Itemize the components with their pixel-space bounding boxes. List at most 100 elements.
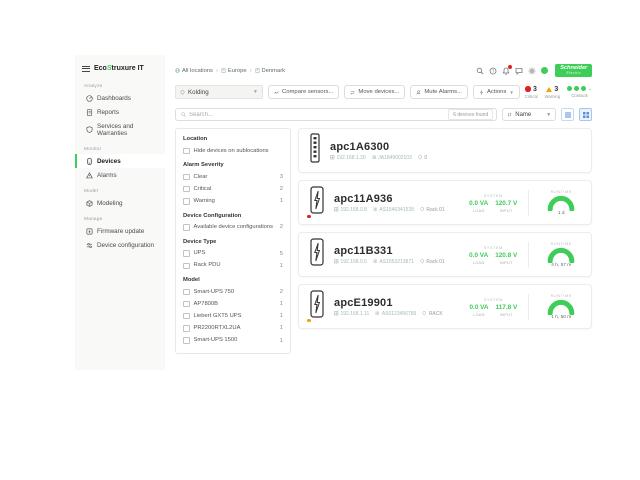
help-icon[interactable]: ? bbox=[489, 67, 497, 75]
load-value: 0.0 VA bbox=[469, 304, 488, 311]
sidebar-item-firmware-update[interactable]: Firmware update bbox=[75, 224, 165, 238]
search-icon[interactable] bbox=[476, 67, 484, 75]
pin-icon bbox=[420, 207, 425, 212]
critical-badge bbox=[306, 214, 312, 220]
device-card-apc11B331[interactable]: apc11B331 192.168.0.5 AS1553213871 Rack … bbox=[298, 232, 592, 277]
svg-text:?: ? bbox=[492, 68, 495, 73]
globe-icon bbox=[175, 68, 180, 73]
filter-model-pr2200rtxl2ua[interactable]: PR2200RTXL2UA 1 bbox=[183, 325, 283, 332]
device-name: apc11A936 bbox=[334, 193, 445, 205]
notifications-bell-icon[interactable] bbox=[502, 67, 510, 75]
checkbox[interactable] bbox=[183, 263, 190, 270]
breadcrumb-all-locations[interactable]: All locations bbox=[175, 68, 213, 74]
filter-critical[interactable]: Critical 2 bbox=[183, 186, 283, 193]
system-block: SYSTEM 0.0 VALOAD 120.8 VINPUT bbox=[469, 245, 517, 265]
checkbox[interactable] bbox=[183, 325, 190, 332]
mute-alarms-button[interactable]: Mute Alarms... bbox=[410, 85, 468, 99]
services-icon bbox=[86, 126, 93, 133]
filter-model-ap7800b[interactable]: AP7800B 1 bbox=[183, 301, 283, 308]
ups-icon bbox=[309, 290, 325, 323]
sidebar-item-reports[interactable]: Reports bbox=[75, 105, 165, 119]
avatar[interactable] bbox=[541, 67, 548, 74]
sidebar-item-label: Reports bbox=[97, 109, 119, 116]
filter-ups[interactable]: UPS 5 bbox=[183, 250, 283, 257]
filter-warning[interactable]: Warning 1 bbox=[183, 198, 283, 205]
filter-available-configurations[interactable]: Available device configurations 2 bbox=[183, 224, 283, 231]
runtime-gauge bbox=[546, 195, 576, 211]
location-select[interactable]: Kolding ▼ bbox=[175, 85, 263, 99]
runtime-gauge bbox=[546, 247, 576, 263]
breadcrumb-denmark[interactable]: Denmark bbox=[255, 68, 286, 74]
actions-button[interactable]: Actions ▼ bbox=[473, 85, 520, 99]
filter-hide-sublocations[interactable]: Hide devices on sublocations bbox=[183, 148, 283, 155]
checkbox[interactable] bbox=[183, 198, 190, 205]
breadcrumb-europe[interactable]: Europe bbox=[221, 68, 247, 74]
warning-badge bbox=[306, 318, 312, 324]
sidebar-item-modeling[interactable]: Modeling bbox=[75, 196, 165, 210]
critical-icon bbox=[525, 86, 531, 92]
system-block: SYSTEM 0.0 VALOAD 120.7 VINPUT bbox=[469, 193, 517, 213]
sidebar-item-dashboards[interactable]: Dashboards bbox=[75, 91, 165, 105]
sidebar-item-services-warranties[interactable]: Services and Warranties bbox=[75, 119, 165, 140]
move-devices-button[interactable]: Move devices... bbox=[344, 85, 405, 99]
notification-badge bbox=[508, 65, 512, 69]
filter-rack-pdu[interactable]: Rack PDU 1 bbox=[183, 262, 283, 269]
device-location: Rack 01 bbox=[420, 207, 445, 213]
network-icon bbox=[334, 311, 339, 316]
device-ip: 192.168.1.11 bbox=[334, 311, 369, 317]
serial-icon bbox=[372, 155, 377, 160]
serial-icon bbox=[373, 259, 378, 264]
search-input[interactable] bbox=[189, 112, 445, 118]
compare-sensors-button[interactable]: Compare sensors... bbox=[268, 85, 339, 99]
search-field: 6 devices found bbox=[175, 108, 497, 121]
building-icon bbox=[255, 68, 260, 73]
device-name: apc1A6300 bbox=[330, 141, 427, 153]
ups-icon bbox=[309, 238, 325, 271]
sort-icon bbox=[507, 112, 512, 117]
serial-icon bbox=[373, 207, 378, 212]
feedback-icon[interactable] bbox=[515, 67, 523, 75]
sidebar-item-device-configuration[interactable]: Device configuration bbox=[75, 238, 165, 252]
filter-model-smart-ups-750[interactable]: Smart-UPS 750 2 bbox=[183, 289, 283, 296]
list-view-toggle[interactable] bbox=[561, 108, 574, 121]
sidebar-item-alarms[interactable]: Alarms bbox=[75, 168, 165, 182]
firmware-icon bbox=[86, 228, 93, 235]
sidebar-item-label: Modeling bbox=[97, 200, 123, 207]
device-card-apcE19901[interactable]: apcE19901 192.168.1.11 AS0123456789 RACK… bbox=[298, 284, 592, 329]
checkbox[interactable] bbox=[183, 301, 190, 308]
checkbox[interactable] bbox=[183, 148, 190, 155]
contact-dot-icon bbox=[581, 86, 586, 91]
checkbox[interactable] bbox=[183, 289, 190, 296]
device-card-apc1A6300[interactable]: apc1A6300 192.168.1.20 JA1849002103 0 bbox=[298, 128, 592, 173]
contacts-status[interactable]: ⌄ Contacts bbox=[567, 86, 592, 98]
sidebar-item-devices[interactable]: Devices bbox=[75, 154, 165, 168]
checkbox[interactable] bbox=[183, 186, 190, 193]
checkbox[interactable] bbox=[183, 337, 190, 344]
lightning-icon bbox=[479, 90, 484, 95]
critical-status[interactable]: 3 Critical bbox=[525, 86, 538, 99]
filter-model-smart-ups-1500[interactable]: Smart-UPS 1500 1 bbox=[183, 337, 283, 344]
device-card-apc11A936[interactable]: apc11A936 192.168.0.8 AS1546341528 Rack … bbox=[298, 180, 592, 225]
pin-icon bbox=[422, 311, 427, 316]
warning-status[interactable]: 3 Warning bbox=[545, 86, 560, 99]
sidebar-section-monitor: Monitor bbox=[84, 147, 165, 152]
card-view-toggle[interactable] bbox=[579, 108, 592, 121]
device-location: RACK bbox=[422, 311, 442, 317]
checkbox[interactable] bbox=[183, 250, 190, 257]
settings-gear-icon[interactable] bbox=[528, 67, 536, 75]
input-value: 120.7 V bbox=[495, 200, 517, 207]
checkbox[interactable] bbox=[183, 224, 190, 231]
system-block: SYSTEM 0.0 VALOAD 117.8 VINPUT bbox=[469, 297, 517, 317]
sidebar-item-label: Services and Warranties bbox=[97, 123, 158, 137]
dashboard-icon bbox=[86, 95, 93, 102]
pin-icon bbox=[180, 90, 185, 95]
checkbox[interactable] bbox=[183, 174, 190, 181]
filter-clear[interactable]: Clear 3 bbox=[183, 174, 283, 181]
serial-icon bbox=[375, 311, 380, 316]
menu-icon[interactable] bbox=[82, 66, 90, 72]
checkbox[interactable] bbox=[183, 313, 190, 320]
filter-model-liebert-gxt5[interactable]: Liebert GXT5 UPS 1 bbox=[183, 313, 283, 320]
sort-select[interactable]: Name ▼ bbox=[502, 108, 556, 121]
filter-panel: Location Hide devices on sublocations Al… bbox=[175, 128, 291, 354]
runtime-value: 4 h, 57 m bbox=[540, 263, 582, 268]
